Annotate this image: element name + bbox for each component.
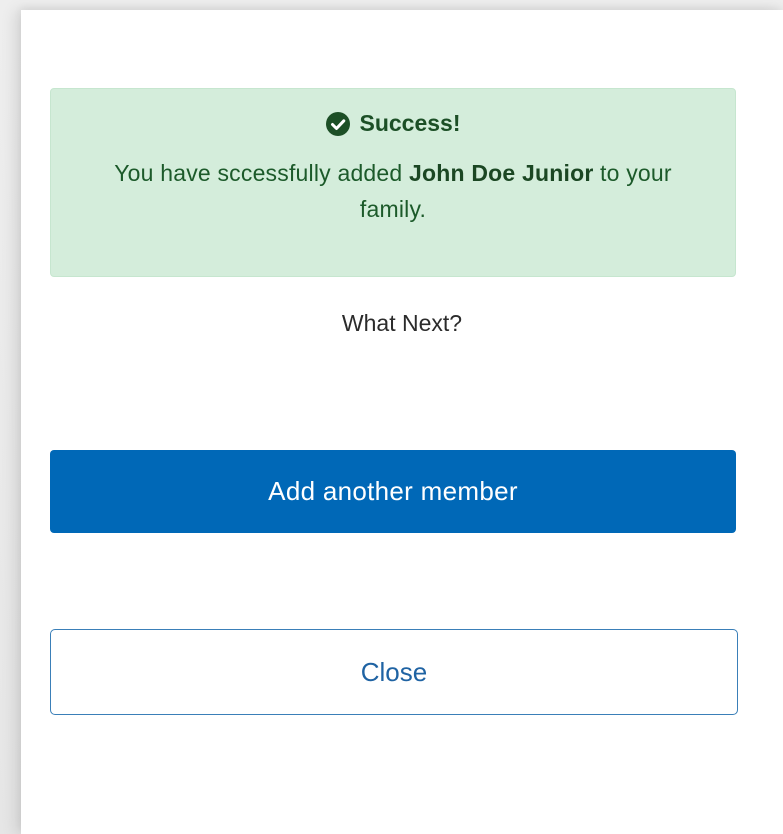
member-name: John Doe Junior (409, 160, 594, 186)
alert-title-text: Success! (359, 110, 461, 136)
what-next-heading: What Next? (341, 310, 463, 336)
alert-title: Success! (51, 110, 735, 137)
check-circle-icon (325, 111, 351, 137)
alert-message-prefix: You have sccessfully added (114, 160, 410, 186)
add-another-member-button[interactable]: Add another member (50, 450, 736, 533)
success-alert: Success! You have sccessfully added John… (50, 88, 736, 277)
success-dialog: Success! You have sccessfully added John… (21, 10, 783, 834)
alert-message: You have sccessfully added John Doe Juni… (91, 155, 695, 227)
close-button[interactable]: Close (50, 629, 738, 715)
